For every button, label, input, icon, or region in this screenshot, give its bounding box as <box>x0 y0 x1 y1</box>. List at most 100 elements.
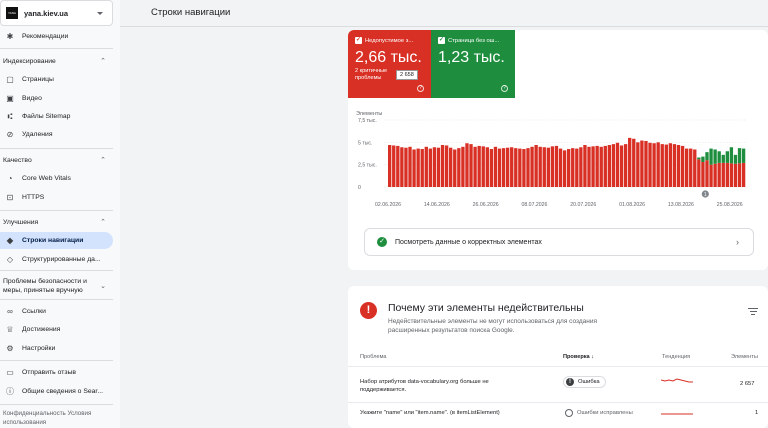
bar-invalid <box>534 145 538 187</box>
value-tooltip: 2 658 <box>396 70 418 80</box>
header-divider <box>120 26 768 27</box>
nav-feedback[interactable]: ▭ Отправить отзыв <box>0 364 113 381</box>
x-tick-label: 01.08.2026 <box>619 202 645 208</box>
bar-invalid <box>530 146 534 187</box>
bar-invalid <box>607 145 612 187</box>
bar-invalid <box>632 138 636 187</box>
checkbox-invalid[interactable]: ✓ Недопустимое з... <box>355 37 424 44</box>
header-items[interactable]: Элементы <box>731 354 758 360</box>
nav-links[interactable]: ∞ Ссылки <box>0 303 113 320</box>
bar-invalid <box>619 145 624 187</box>
property-selector[interactable]: YANA yana.kiev.ua <box>0 0 113 26</box>
row-problem[interactable]: Укажите "name" или "item.name". (в itemL… <box>360 409 560 417</box>
sparkle-icon: ✱ <box>6 32 14 41</box>
bar-invalid <box>416 148 420 187</box>
checkbox-valid[interactable]: ✓ Страница без ош... <box>438 37 508 44</box>
nav-core-web-vitals[interactable]: ◔ Core Web Vitals <box>0 170 113 187</box>
video-icon: ▣ <box>6 94 14 103</box>
x-tick-label: 14.06.2026 <box>424 202 450 208</box>
nav-about[interactable]: ⓘ Общие сведения о Sear... <box>0 383 113 400</box>
bar-invalid <box>497 148 502 187</box>
stat-invalid[interactable]: ✓ Недопустимое з... 2,66 тыс. 2 критичны… <box>348 30 431 98</box>
bar-invalid <box>733 163 738 187</box>
bar-invalid <box>465 143 469 187</box>
bar-invalid <box>396 145 400 187</box>
bar-invalid <box>432 147 437 187</box>
header-trend[interactable]: Тенденция <box>662 354 690 360</box>
header-check[interactable]: Проверка ↓ <box>563 354 594 360</box>
row-count: 2 657 <box>740 381 755 387</box>
bar-invalid <box>583 145 587 187</box>
bar-invalid <box>489 149 494 187</box>
x-tick-label: 20.07.2026 <box>570 202 596 208</box>
stat-subtitle: 2 критичные проблемы <box>355 68 388 81</box>
nav-sitemaps[interactable]: ⑆ Файлы Sitemap <box>0 108 113 125</box>
bar-valid <box>729 147 734 164</box>
nav-removals[interactable]: ⊘ Удаления <box>0 126 113 143</box>
why-title: Почему эти элементы недействительны <box>388 302 584 314</box>
section-improvements[interactable]: Улучшения ⌃ <box>0 218 113 227</box>
page-title: Строки навигации <box>151 7 231 18</box>
divider <box>0 299 113 300</box>
bar-invalid <box>412 149 416 187</box>
link-label: Посмотреть данные о корректных элементах <box>395 238 542 246</box>
nav-label: Ссылки <box>22 308 46 315</box>
arrow-down-icon: ↓ <box>591 354 595 360</box>
row-problem[interactable]: Набор атрибутов data-vocabulary.org боль… <box>360 378 525 394</box>
bar-invalid <box>481 146 485 187</box>
section-label: Улучшения <box>3 218 39 226</box>
trend-sparkline <box>661 413 693 415</box>
stat-valid[interactable]: ✓ Страница без ош... 1,23 тыс. ? <box>431 30 515 98</box>
nav-breadcrumbs[interactable]: ◆ Строки навигации <box>0 232 113 249</box>
divider <box>0 48 113 49</box>
nav-settings[interactable]: ⚙ Настройки <box>0 340 113 357</box>
trophy-icon: ♕ <box>6 325 14 334</box>
help-icon[interactable]: ? <box>417 85 424 92</box>
nav-https[interactable]: ⊡ HTTPS <box>0 189 113 206</box>
bar-invalid <box>725 162 729 187</box>
nav-pages[interactable]: ▢ Страницы <box>0 71 113 88</box>
bar-invalid <box>477 145 481 187</box>
link-icon: ∞ <box>7 307 13 316</box>
help-icon[interactable]: ? <box>501 85 508 92</box>
info-icon: ⓘ <box>6 387 14 396</box>
nav-label: Отправить отзыв <box>22 369 76 376</box>
bar-invalid <box>453 149 457 187</box>
filter-icon[interactable] <box>748 308 758 317</box>
bar-invalid <box>510 147 514 187</box>
bar-invalid <box>737 163 742 187</box>
bar-invalid <box>591 146 595 187</box>
nav-recommendations[interactable]: ✱ Рекомендации <box>0 28 113 45</box>
bar-invalid <box>660 144 664 187</box>
footer-links[interactable]: Конфиденциальность Условия использования <box>3 409 113 427</box>
bar-invalid <box>501 148 506 187</box>
bar-valid <box>717 151 721 163</box>
nav-label: Удаления <box>22 131 53 138</box>
bar-invalid <box>713 163 717 187</box>
bar-invalid <box>705 160 709 187</box>
nav-structured-data[interactable]: ◇ Структурированные да... <box>0 251 113 268</box>
y-tick-label: 0 <box>358 185 361 191</box>
section-indexing[interactable]: Индексирование ⌃ <box>0 57 113 66</box>
bar-invalid <box>729 163 734 187</box>
bar-invalid <box>522 149 526 187</box>
bar-invalid <box>656 142 660 187</box>
bar-invalid <box>485 147 489 187</box>
header-problem[interactable]: Проблема <box>360 354 387 360</box>
pages-icon: ▢ <box>6 75 14 84</box>
bar-valid <box>721 154 725 163</box>
section-quality[interactable]: Качество ⌃ <box>0 156 113 165</box>
bar-invalid <box>469 144 473 187</box>
bar-invalid <box>420 149 424 187</box>
nav-achievements[interactable]: ♕ Достижения <box>0 321 113 338</box>
bar-invalid <box>473 146 477 187</box>
bar-invalid <box>709 164 713 187</box>
y-tick-label: 2,5 тыс. <box>358 163 377 169</box>
nav-video[interactable]: ▣ Видео <box>0 90 113 107</box>
y-axis-label: Элементы <box>356 111 382 117</box>
bar-invalid <box>457 148 461 187</box>
sitemap-icon: ⑆ <box>7 112 13 121</box>
section-security[interactable]: Проблемы безопасности и меры, принятые в… <box>0 275 113 297</box>
valid-items-link[interactable]: ✓ Посмотреть данные о корректных элемент… <box>364 228 754 256</box>
nav-label: Видео <box>22 95 42 102</box>
